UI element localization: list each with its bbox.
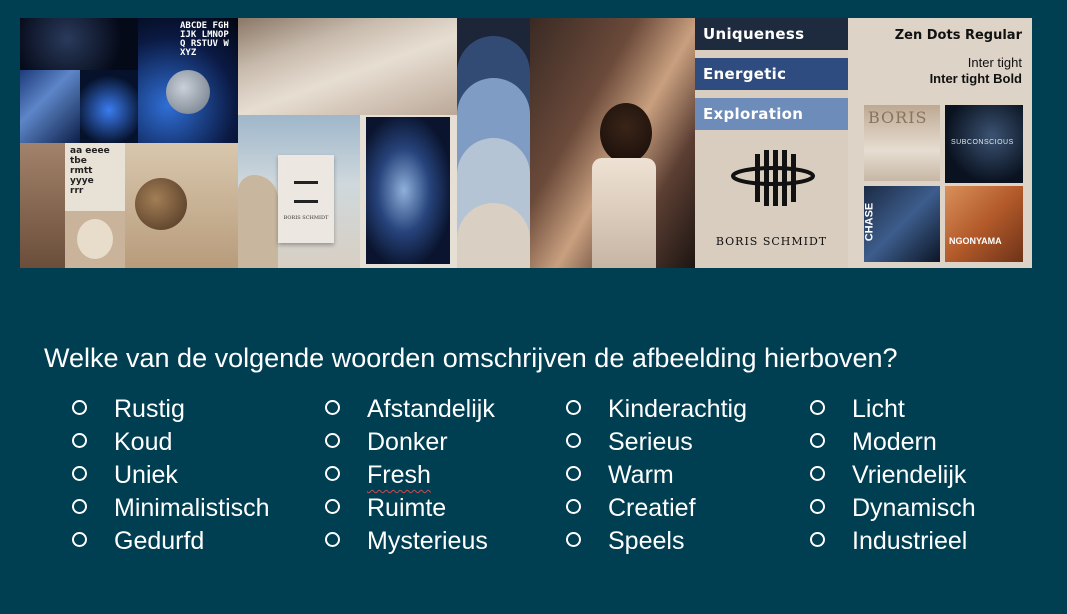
word-uniqueness: Uniqueness [695, 18, 848, 50]
option-warm[interactable]: Warm [564, 459, 747, 492]
color-palette [457, 18, 530, 268]
circle-bullet-icon [808, 497, 852, 520]
card-logo-text: BORIS SCHMIDT [283, 215, 329, 221]
option-minimalistisch[interactable]: Minimalistisch [70, 492, 270, 525]
options-column-3: Kinderachtig Serieus Warm Creatief Speel… [564, 393, 747, 558]
arch-interior-photo [20, 143, 65, 268]
option-serieus[interactable]: Serieus [564, 426, 747, 459]
word-energetic: Energetic [695, 58, 848, 90]
option-gedurfd[interactable]: Gedurfd [70, 525, 270, 558]
option-dynamisch[interactable]: Dynamisch [808, 492, 976, 525]
thumb-chase: CHASE [863, 186, 940, 262]
option-vriendelijk[interactable]: Vriendelijk [808, 459, 976, 492]
circle-bullet-icon [323, 398, 367, 421]
brand-logo-icon [731, 148, 815, 208]
circle-bullet-icon [70, 497, 114, 520]
circle-bullet-icon [808, 530, 852, 553]
options-column-1: Rustig Koud Uniek Minimalistisch Gedurfd [70, 393, 270, 558]
word-exploration: Exploration [695, 98, 848, 130]
type-row: aa eeee [70, 146, 110, 156]
blue-vortex-book [360, 115, 457, 268]
circle-bullet-icon [808, 431, 852, 454]
option-modern[interactable]: Modern [808, 426, 976, 459]
brand-logo-text: BORIS SCHMIDT [715, 235, 828, 248]
circle-bullet-icon [564, 464, 608, 487]
option-ruimte[interactable]: Ruimte [323, 492, 495, 525]
option-kinderachtig[interactable]: Kinderachtig [564, 393, 747, 426]
circle-bullet-icon [564, 431, 608, 454]
circle-bullet-icon [70, 530, 114, 553]
option-creatief[interactable]: Creatief [564, 492, 747, 525]
circle-bullet-icon [808, 464, 852, 487]
circle-bullet-icon [323, 464, 367, 487]
sand-dune-photo [238, 18, 457, 115]
type-poster: aa eeee tbe rmtt yyye rrr [65, 143, 125, 211]
option-koud[interactable]: Koud [70, 426, 270, 459]
circle-bullet-icon [564, 398, 608, 421]
option-fresh[interactable]: Fresh [323, 459, 495, 492]
option-rustig[interactable]: Rustig [70, 393, 270, 426]
type-row: rrr [70, 186, 84, 196]
option-donker[interactable]: Donker [323, 426, 495, 459]
type-row: tbe [70, 156, 87, 166]
typography-panel: Zen Dots Regular Inter tight Inter tight… [848, 18, 1032, 268]
circle-bullet-icon [564, 497, 608, 520]
circle-bullet-icon [70, 464, 114, 487]
moon-graphic [166, 70, 210, 114]
dancer-photo [530, 18, 695, 268]
rock-card-photo: BORIS SCHMIDT [238, 115, 360, 268]
option-licht[interactable]: Licht [808, 393, 976, 426]
desert-sphere-photo [125, 143, 238, 268]
circle-bullet-icon [70, 398, 114, 421]
brand-words-panel: Uniqueness Energetic Exploration BORIS S… [695, 18, 848, 268]
font-specimen-card: ABCDE FGHIJK LMNOPQ RSTUV WXYZ [138, 18, 238, 143]
question-text: Welke van de volgende woorden omschrijve… [44, 343, 898, 373]
circle-bullet-icon [323, 530, 367, 553]
thumb-boris: BORIS [864, 105, 940, 181]
circle-bullet-icon [564, 530, 608, 553]
starry-night-photo [20, 70, 80, 143]
font-specimen-text: ABCDE FGHIJK LMNOPQ RSTUV WXYZ [180, 21, 229, 58]
night-sky-photo [20, 18, 138, 70]
jellyfish-photo [80, 70, 138, 143]
circle-bullet-icon [323, 497, 367, 520]
font-title-sample: Zen Dots Regular [894, 28, 1022, 43]
option-afstandelijk[interactable]: Afstandelijk [323, 393, 495, 426]
type-row: rmtt [70, 166, 93, 176]
option-speels[interactable]: Speels [564, 525, 747, 558]
moodboard-image: ABCDE FGHIJK LMNOPQ RSTUV WXYZ aa eeee t… [20, 18, 1032, 268]
spellcheck-word: Fresh [367, 461, 431, 489]
font-inter-bold-sample: Inter tight Bold [929, 71, 1022, 86]
font-inter-sample: Inter tight [967, 55, 1022, 70]
circle-bullet-icon [808, 398, 852, 421]
ceramic-vase-photo [65, 211, 125, 268]
type-row: yyye [70, 176, 94, 186]
option-uniek[interactable]: Uniek [70, 459, 270, 492]
thumb-ngonyama: NGONYAMA [945, 186, 1023, 262]
thumb-subconscious: SUBCONSCIOUS [945, 105, 1023, 183]
circle-bullet-icon [70, 431, 114, 454]
option-industrieel[interactable]: Industrieel [808, 525, 976, 558]
option-mysterieus[interactable]: Mysterieus [323, 525, 495, 558]
options-column-4: Licht Modern Vriendelijk Dynamisch Indus… [808, 393, 976, 558]
options-column-2: Afstandelijk Donker Fresh Ruimte Mysteri… [323, 393, 495, 558]
circle-bullet-icon [323, 431, 367, 454]
